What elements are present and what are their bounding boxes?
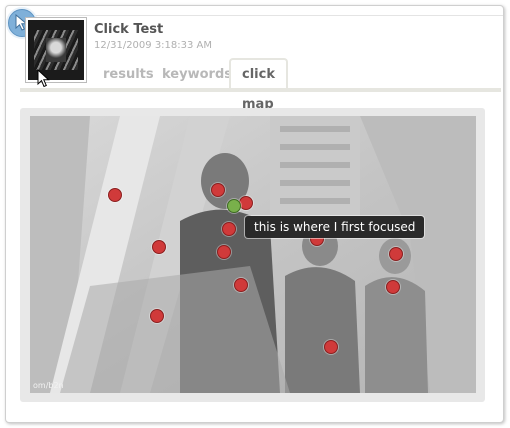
click-map-image[interactable] [30, 116, 476, 393]
click-dot[interactable] [324, 340, 338, 354]
click-dot[interactable] [386, 280, 400, 294]
click-dot[interactable] [234, 278, 248, 292]
click-dot[interactable] [222, 222, 236, 236]
tab-divider [20, 88, 501, 92]
photo-backdrop [30, 116, 476, 393]
tab-click-map[interactable]: click map [229, 58, 288, 112]
click-dot[interactable] [152, 240, 166, 254]
tab-results[interactable]: results [103, 60, 154, 88]
click-dot[interactable] [389, 247, 403, 261]
click-tooltip: this is where I first focused [245, 216, 425, 238]
item-thumbnail[interactable] [26, 18, 86, 82]
click-dot[interactable] [108, 188, 122, 202]
click-dot[interactable] [150, 309, 164, 323]
tab-keywords[interactable]: keywords [162, 60, 232, 88]
item-timestamp: 12/31/2009 3:18:33 AM [94, 40, 213, 51]
photo-watermark: om/b2n [33, 381, 64, 390]
item-title: Click Test [94, 22, 164, 37]
first-focus-dot[interactable] [227, 199, 241, 213]
click-dot[interactable] [211, 183, 225, 197]
click-dot[interactable] [217, 245, 231, 259]
click-dot[interactable] [239, 196, 253, 210]
mouse-cursor-icon [37, 69, 50, 88]
